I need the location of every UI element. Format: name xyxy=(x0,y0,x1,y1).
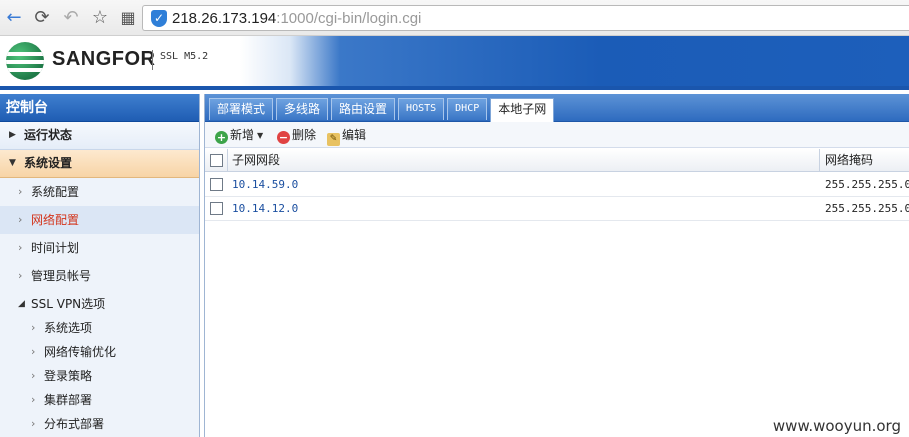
chevron-down-icon: ▼ xyxy=(9,158,16,168)
sidebar-group-run-status[interactable]: ▶ 运行状态 xyxy=(0,122,199,150)
bookmark-star-icon[interactable]: ☆ xyxy=(90,8,110,28)
sidebar-subgroup-label: SSL VPN选项 xyxy=(31,297,106,311)
sidebar-subgroup-ssl-vpn[interactable]: ◢ SSL VPN选项 xyxy=(0,292,199,316)
refresh-icon[interactable]: ⟳ xyxy=(32,8,52,28)
subnet-cell: 10.14.12.0 xyxy=(232,202,299,215)
chevron-right-icon: › xyxy=(18,213,23,226)
sidebar-item-system-config[interactable]: › 系统配置 xyxy=(0,178,199,206)
sidebar-leaf-system-options[interactable]: › 系统选项 xyxy=(0,316,199,340)
sidebar-leaf-label: 集群部署 xyxy=(44,393,93,407)
sidebar-item-label: 网络配置 xyxy=(31,213,80,227)
delete-label: 删除 xyxy=(292,128,317,142)
sidebar-leaf-label: 登录策略 xyxy=(44,369,93,383)
sidebar-item-admin-account[interactable]: › 管理员帐号 xyxy=(0,262,199,290)
tab-hosts[interactable]: HOSTS xyxy=(398,98,445,120)
tab-deploy-mode[interactable]: 部署模式 xyxy=(209,98,274,120)
product-version: SSL M5.2 xyxy=(160,51,209,62)
grid-header: 子网网段 网络掩码 xyxy=(205,149,909,172)
column-divider xyxy=(819,149,820,172)
tab-dhcp[interactable]: DHCP xyxy=(447,98,488,120)
url-text: 218.26.173.194:1000/cgi-bin/login.cgi xyxy=(172,10,421,27)
undo-icon[interactable]: ↶ xyxy=(61,8,81,28)
select-all-checkbox[interactable] xyxy=(210,154,223,167)
sidebar-item-label: 时间计划 xyxy=(31,241,80,255)
sidebar-item-network-config[interactable]: › 网络配置 xyxy=(0,206,199,234)
add-label: 新增 xyxy=(230,128,255,142)
chevron-right-icon: › xyxy=(31,417,36,430)
sidebar-leaf-login-policy[interactable]: › 登录策略 xyxy=(0,364,199,388)
url-path: :1000/cgi-bin/login.cgi xyxy=(276,10,422,27)
url-host: 218.26.173.194 xyxy=(172,10,277,27)
sidebar-title: 控制台 xyxy=(0,94,199,122)
sidebar: 控制台 ▶ 运行状态 ▼ 系统设置 › 系统配置 › 网络配置 › 时间计划 ›… xyxy=(0,94,200,437)
sidebar-group-label: 系统设置 xyxy=(24,156,73,170)
add-icon: + xyxy=(215,131,228,144)
expand-triangle-icon: ◢ xyxy=(18,299,25,309)
sidebar-leaf-network-optimization[interactable]: › 网络传输优化 xyxy=(0,340,199,364)
sidebar-group-label: 运行状态 xyxy=(24,128,73,142)
sidebar-group-system-settings[interactable]: ▼ 系统设置 xyxy=(0,150,199,178)
chevron-right-icon: › xyxy=(31,321,36,334)
sidebar-item-label: 系统配置 xyxy=(31,185,80,199)
chevron-right-icon: › xyxy=(18,269,23,282)
chevron-right-icon: › xyxy=(31,393,36,406)
row-checkbox[interactable] xyxy=(210,202,223,215)
edit-label: 编辑 xyxy=(342,128,367,142)
chevron-right-icon: › xyxy=(31,345,36,358)
app-header: SANGFOR SSL M5.2 xyxy=(0,36,909,90)
shield-icon: ✓ xyxy=(151,10,167,27)
mask-cell: 255.255.255.0 xyxy=(825,178,909,191)
chevron-right-icon: › xyxy=(18,241,23,254)
edit-icon: ✎ xyxy=(327,133,340,146)
sidebar-leaf-label: 分布式部署 xyxy=(44,417,105,431)
brand-name: SANGFOR xyxy=(52,48,156,70)
add-button[interactable]: + 新增 ▼ xyxy=(215,126,263,144)
tab-local-subnet[interactable]: 本地子网 xyxy=(490,98,555,122)
back-icon[interactable]: ← xyxy=(4,8,24,28)
column-divider xyxy=(227,149,228,172)
subnet-cell: 10.14.59.0 xyxy=(232,178,299,191)
sidebar-leaf-distributed-deploy[interactable]: › 分布式部署 xyxy=(0,412,199,436)
table-row[interactable]: 10.14.59.0 255.255.255.0 xyxy=(205,173,909,197)
tab-bar: 部署模式 多线路 路由设置 HOSTS DHCP 本地子网 xyxy=(205,94,909,122)
browser-toolbar: ← ⟳ ↶ ☆ ▦ ✓ 218.26.173.194:1000/cgi-bin/… xyxy=(0,0,909,36)
row-checkbox[interactable] xyxy=(210,178,223,191)
column-header-mask[interactable]: 网络掩码 xyxy=(825,149,873,172)
address-bar[interactable]: ✓ 218.26.173.194:1000/cgi-bin/login.cgi xyxy=(142,5,909,31)
chevron-right-icon: ▶ xyxy=(9,130,16,140)
sidebar-leaf-cluster-deploy[interactable]: › 集群部署 xyxy=(0,388,199,412)
brand-divider xyxy=(152,50,153,70)
delete-icon: − xyxy=(277,131,290,144)
sidebar-leaf-label: 网络传输优化 xyxy=(44,345,117,359)
watermark-text: www.wooyun.org xyxy=(770,417,903,435)
table-row[interactable]: 10.14.12.0 255.255.255.0 xyxy=(205,197,909,221)
sidebar-item-schedule[interactable]: › 时间计划 xyxy=(0,234,199,262)
edit-button[interactable]: ✎ 编辑 xyxy=(327,126,367,146)
column-header-subnet[interactable]: 子网网段 xyxy=(232,149,280,172)
apps-icon[interactable]: ▦ xyxy=(118,8,138,28)
delete-button[interactable]: − 删除 xyxy=(277,126,316,144)
grid-toolbar: + 新增 ▼ − 删除 ✎ 编辑 xyxy=(205,122,909,148)
mask-cell: 255.255.255.0 xyxy=(825,202,909,215)
dropdown-arrow-icon[interactable]: ▼ xyxy=(257,131,263,140)
chevron-right-icon: › xyxy=(31,369,36,382)
chevron-right-icon: › xyxy=(18,185,23,198)
sangfor-logo-icon xyxy=(6,42,44,80)
main-panel: 部署模式 多线路 路由设置 HOSTS DHCP 本地子网 + 新增 ▼ − 删除 ✎… xyxy=(204,94,909,437)
sidebar-item-label: 管理员帐号 xyxy=(31,269,92,283)
tab-route-settings[interactable]: 路由设置 xyxy=(331,98,396,120)
sidebar-leaf-label: 系统选项 xyxy=(44,321,93,335)
tab-multi-line[interactable]: 多线路 xyxy=(276,98,329,120)
